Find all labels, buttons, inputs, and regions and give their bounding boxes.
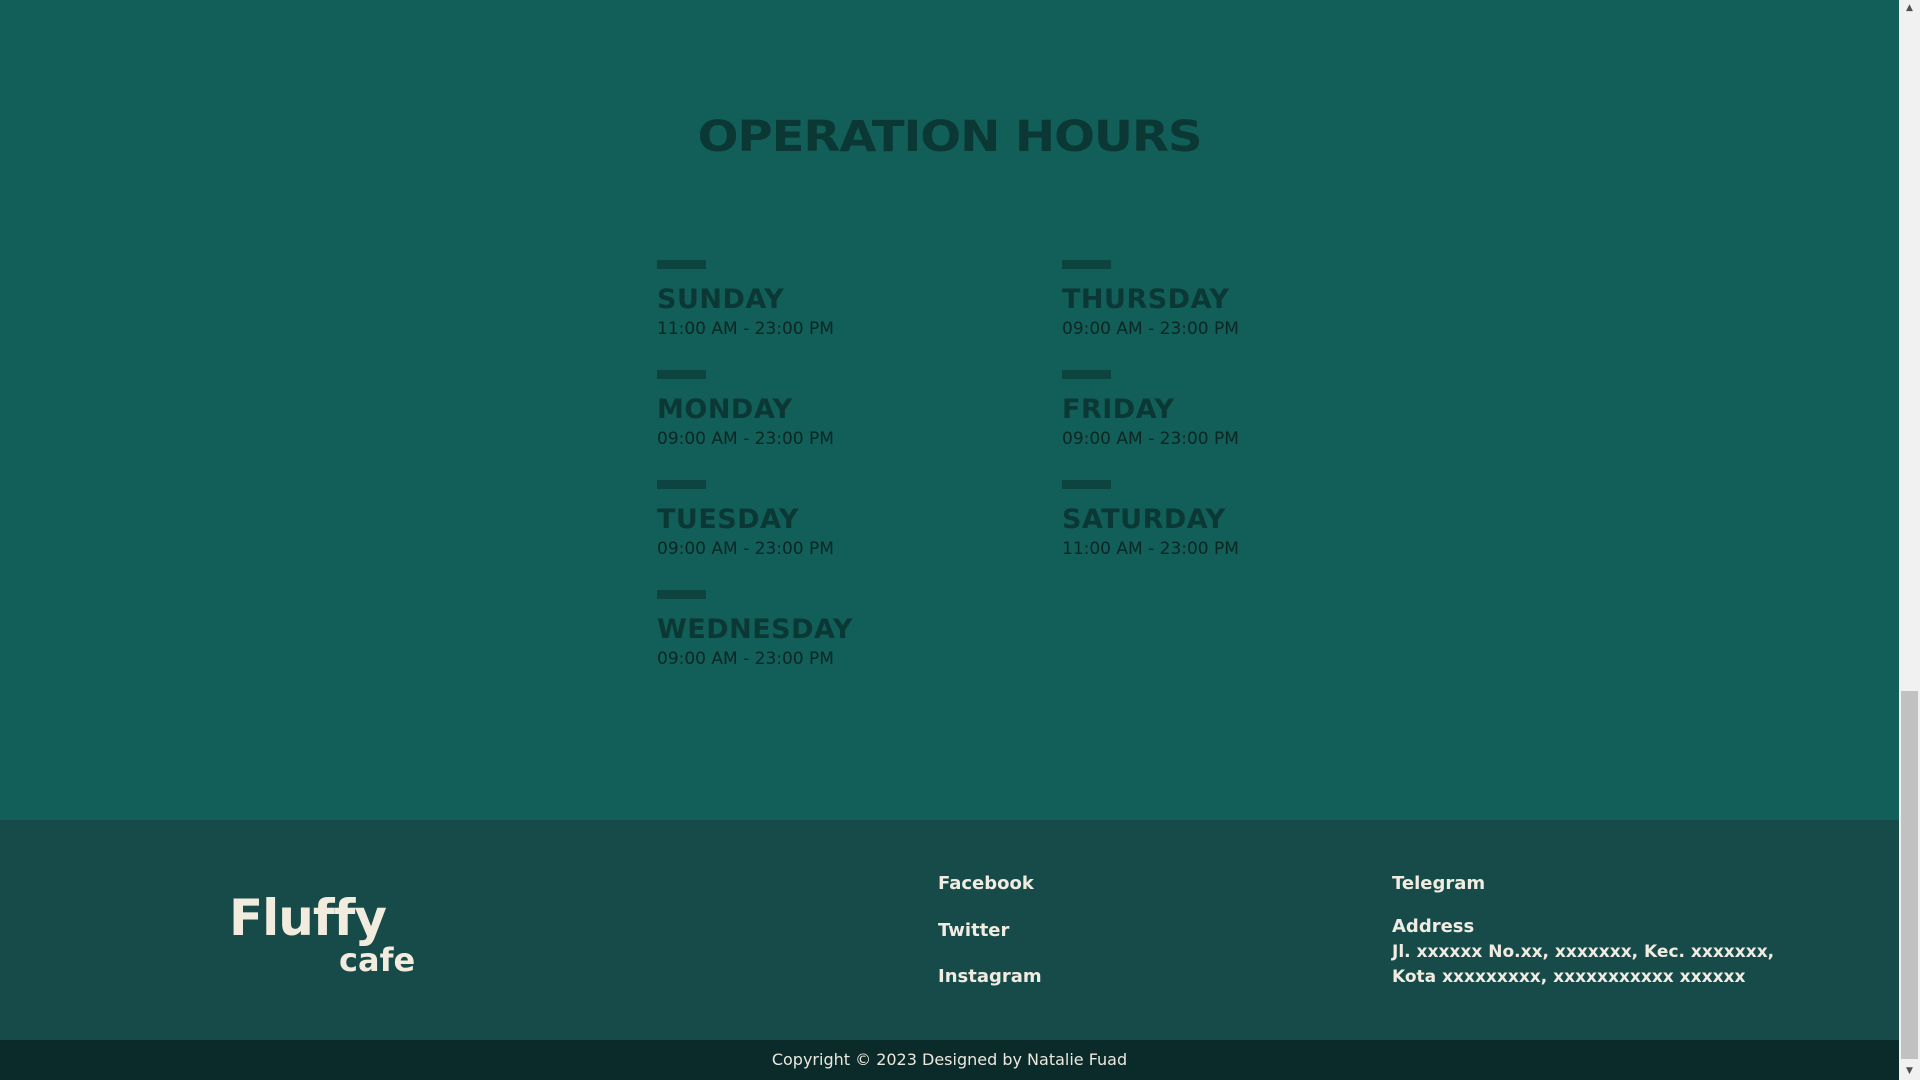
day-time: 09:00 AM - 23:00 PM xyxy=(657,649,834,669)
day-block-saturday: SATURDAY 11:00 AM - 23:00 PM xyxy=(1062,480,1442,561)
day-time: 09:00 AM - 23:00 PM xyxy=(1062,319,1239,339)
copyright-text: Copyright © 2023 Designed by Natalie Fua… xyxy=(771,1050,1128,1069)
day-block-wednesday: WEDNESDAY 09:00 AM - 23:00 PM xyxy=(657,590,1037,671)
operation-hours-section: OPERATION HOURS SUNDAY 11:00 AM - 23:00 … xyxy=(0,0,1899,820)
logo-sub-text: cafe xyxy=(339,941,416,979)
telegram-link[interactable]: Telegram xyxy=(1392,872,1485,896)
address-line-2: Kota xxxxxxxxx, xxxxxxxxxxx xxxxxx xyxy=(1392,967,1746,987)
page-viewport: OPERATION HOURS SUNDAY 11:00 AM - 23:00 … xyxy=(0,0,1899,1080)
scroll-down-arrow-icon[interactable]: ▼ xyxy=(1899,1063,1920,1080)
day-name: FRIDAY xyxy=(1062,394,1175,425)
site-footer: Fluffy cafe Facebook Twitter Instagram T… xyxy=(0,820,1899,1040)
day-accent-bar xyxy=(1062,260,1111,269)
day-name: TUESDAY xyxy=(657,504,800,535)
day-time: 09:00 AM - 23:00 PM xyxy=(657,429,834,449)
day-name: SATURDAY xyxy=(1062,504,1226,535)
instagram-link[interactable]: Instagram xyxy=(938,965,1042,989)
day-accent-bar xyxy=(1062,480,1111,489)
day-name: THURSDAY xyxy=(1062,284,1230,315)
day-accent-bar xyxy=(657,480,706,489)
fluffy-cafe-logo[interactable]: Fluffy cafe xyxy=(229,888,449,988)
address-line-1: Jl. xxxxxx No.xx, xxxxxxx, Kec. xxxxxxx, xyxy=(1392,942,1775,962)
day-block-thursday: THURSDAY 09:00 AM - 23:00 PM xyxy=(1062,260,1442,341)
day-block-sunday: SUNDAY 11:00 AM - 23:00 PM xyxy=(657,260,1037,341)
day-block-monday: MONDAY 09:00 AM - 23:00 PM xyxy=(657,370,1037,451)
address-label: Address xyxy=(1392,916,1475,937)
copyright-bar: Copyright © 2023 Designed by Natalie Fua… xyxy=(0,1040,1899,1080)
day-time: 11:00 AM - 23:00 PM xyxy=(1062,539,1239,559)
day-name: MONDAY xyxy=(657,394,793,425)
day-name: WEDNESDAY xyxy=(657,614,853,645)
vertical-scrollbar[interactable]: ▲ ▼ xyxy=(1899,0,1920,1080)
day-time: 09:00 AM - 23:00 PM xyxy=(1062,429,1239,449)
logo-main-text: Fluffy xyxy=(229,889,387,947)
scrollbar-thumb[interactable] xyxy=(1901,691,1918,1059)
day-accent-bar xyxy=(657,590,706,599)
day-time: 11:00 AM - 23:00 PM xyxy=(657,319,834,339)
day-time: 09:00 AM - 23:00 PM xyxy=(657,539,834,559)
day-accent-bar xyxy=(1062,370,1111,379)
operation-hours-title: OPERATION HOURS xyxy=(697,112,1203,162)
day-name: SUNDAY xyxy=(657,284,785,315)
day-accent-bar xyxy=(657,260,706,269)
day-block-tuesday: TUESDAY 09:00 AM - 23:00 PM xyxy=(657,480,1037,561)
facebook-link[interactable]: Facebook xyxy=(938,872,1034,896)
day-accent-bar xyxy=(657,370,706,379)
twitter-link[interactable]: Twitter xyxy=(938,919,1009,943)
day-block-friday: FRIDAY 09:00 AM - 23:00 PM xyxy=(1062,370,1442,451)
scroll-up-arrow-icon[interactable]: ▲ xyxy=(1899,0,1920,17)
